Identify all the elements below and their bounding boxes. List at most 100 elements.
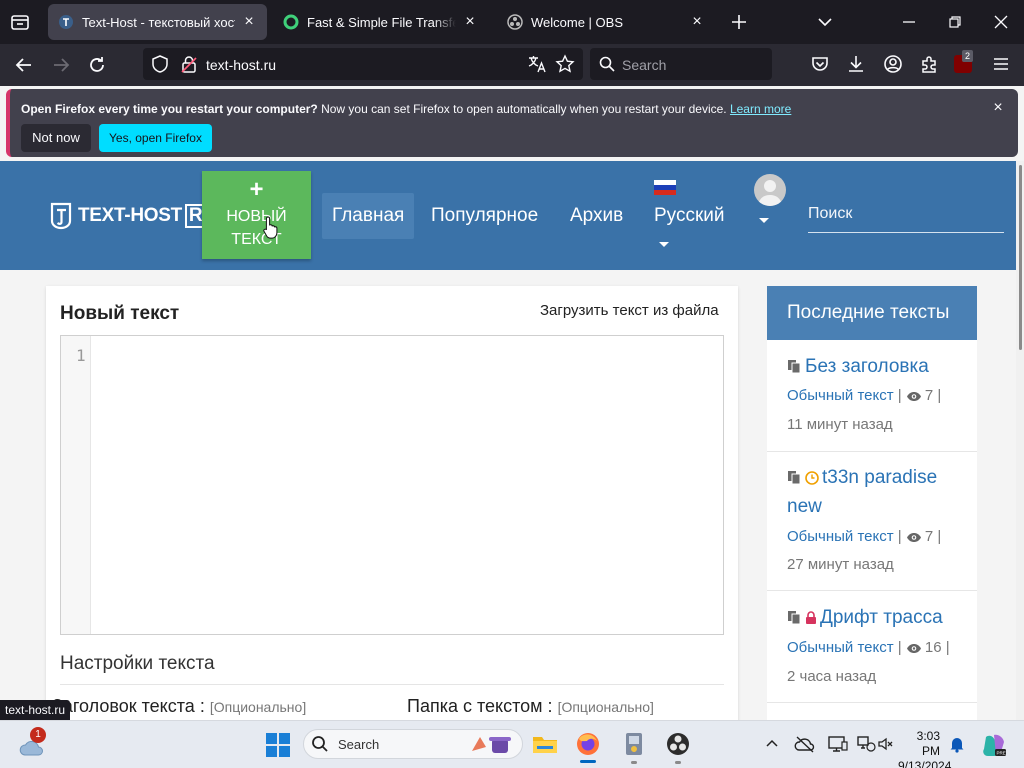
logo-text: TEXT-HOST bbox=[78, 205, 182, 226]
entry-divider bbox=[767, 590, 977, 591]
tab-list-icon[interactable] bbox=[8, 10, 32, 34]
recent-entry-title[interactable]: Без заголовка bbox=[787, 352, 962, 381]
site-logo[interactable]: TEXT-HOST RU bbox=[49, 201, 220, 231]
close-notification-icon[interactable]: × bbox=[990, 100, 1006, 116]
menu-icon[interactable] bbox=[990, 53, 1012, 75]
search-icon bbox=[599, 56, 615, 72]
extensions-icon[interactable] bbox=[918, 53, 940, 75]
entry-title-text[interactable]: Дрифт трасса bbox=[820, 607, 943, 628]
firefox-icon[interactable] bbox=[574, 730, 602, 758]
recent-entry-meta: Обычный текст | 16 | bbox=[787, 639, 950, 656]
recent-entry-time: 11 минут назад bbox=[787, 416, 893, 433]
logo-mark-icon bbox=[50, 202, 72, 230]
learn-more-link[interactable]: Learn more bbox=[730, 102, 791, 116]
recent-entry-title[interactable]: t33n paradise new bbox=[787, 463, 962, 521]
recent-entry-time: 2 часа назад bbox=[787, 668, 877, 685]
new-tab-icon[interactable] bbox=[729, 12, 749, 32]
yes-open-firefox-button[interactable]: Yes, open Firefox bbox=[99, 124, 212, 152]
folder-field-text: Папка с текстом : bbox=[407, 696, 553, 716]
minimize-icon[interactable] bbox=[899, 12, 919, 32]
tab-list-chevron-icon[interactable] bbox=[815, 12, 835, 32]
settings-divider bbox=[60, 684, 724, 685]
notification-message: Open Firefox every time you restart your… bbox=[21, 102, 791, 116]
display-icon[interactable] bbox=[827, 734, 849, 754]
forward-icon[interactable] bbox=[49, 53, 73, 77]
optional-hint: [Опционально] bbox=[209, 699, 307, 715]
entry-title-text[interactable]: Без заголовка bbox=[805, 356, 929, 377]
language-selector[interactable]: Русский bbox=[654, 205, 725, 227]
user-menu-caret-icon[interactable] bbox=[759, 218, 769, 223]
plus-icon: + bbox=[249, 176, 264, 203]
close-window-icon[interactable] bbox=[991, 12, 1011, 32]
entry-type-link[interactable]: Обычный текст bbox=[787, 528, 894, 545]
obs-running-indicator bbox=[675, 761, 681, 764]
volume-muted-icon[interactable] bbox=[877, 736, 893, 752]
notification-bell-icon[interactable] bbox=[948, 735, 966, 753]
text-editor[interactable] bbox=[60, 335, 724, 635]
url-text[interactable]: text-host.ru bbox=[206, 57, 276, 73]
tab-file-transfers[interactable]: Fast & Simple File Transfers - Fil × bbox=[273, 4, 488, 40]
search-bar[interactable] bbox=[590, 48, 772, 80]
tab-obs[interactable]: Welcome | OBS × bbox=[497, 4, 715, 40]
nav-archive[interactable]: Архив bbox=[560, 193, 633, 239]
system-clock[interactable]: 3:03 PM 9/13/2024 bbox=[898, 729, 951, 768]
entry-type-link[interactable]: Обычный текст bbox=[787, 387, 894, 404]
windows-start-icon[interactable] bbox=[264, 731, 292, 759]
upload-from-file-link[interactable]: Загрузить текст из файла bbox=[540, 302, 719, 319]
user-avatar[interactable] bbox=[754, 174, 786, 206]
weather-notification-badge: 1 bbox=[30, 727, 46, 743]
clock-icon bbox=[805, 471, 819, 485]
entry-type-link[interactable]: Обычный текст bbox=[787, 639, 894, 656]
avatar-silhouette-icon bbox=[758, 180, 782, 206]
translate-icon[interactable] bbox=[527, 54, 547, 74]
mouse-cursor-icon bbox=[263, 216, 278, 239]
eye-icon bbox=[906, 392, 921, 401]
tab-text-host[interactable]: Text-Host - текстовый хостинг × bbox=[48, 4, 267, 40]
shield-icon[interactable] bbox=[150, 54, 170, 74]
show-hidden-icons-chevron-icon[interactable] bbox=[764, 736, 780, 752]
text-host-favicon-icon bbox=[59, 15, 73, 29]
close-tab-icon[interactable]: × bbox=[689, 14, 705, 30]
restore-icon[interactable] bbox=[945, 12, 965, 32]
copilot-icon[interactable]: PRE bbox=[980, 731, 1008, 759]
taskbar-search-placeholder: Search bbox=[338, 737, 380, 752]
recent-entry-time: 27 минут назад bbox=[787, 556, 894, 573]
language-caret-icon[interactable] bbox=[659, 242, 669, 247]
nav-popular[interactable]: Популярное bbox=[421, 193, 548, 239]
recent-entry-meta: Обычный текст | 7 | bbox=[787, 528, 942, 545]
nav-home[interactable]: Главная bbox=[322, 193, 415, 239]
site-search[interactable] bbox=[808, 195, 1004, 233]
search-highlight-icon bbox=[472, 737, 511, 753]
pocket-icon[interactable] bbox=[809, 53, 831, 75]
new-text-button[interactable]: + НОВЫЙ ТЕКСТ bbox=[202, 171, 311, 259]
lock-warning-icon[interactable] bbox=[179, 54, 199, 74]
notification-bold: Open Firefox every time you restart your… bbox=[21, 102, 318, 116]
tab-title: Fast & Simple File Transfers - Fil bbox=[307, 14, 456, 30]
folder-field-label: Папка с текстом : [Опционально] bbox=[407, 696, 654, 717]
recent-texts-header: Последние тексты bbox=[767, 286, 977, 340]
file-explorer-icon[interactable] bbox=[531, 730, 559, 758]
close-tab-icon[interactable]: × bbox=[462, 14, 478, 30]
not-now-button[interactable]: Not now bbox=[21, 124, 91, 152]
downloads-icon[interactable] bbox=[845, 53, 867, 75]
site-search-input[interactable] bbox=[808, 195, 1004, 232]
close-tab-icon[interactable]: × bbox=[241, 14, 257, 30]
title-field-text: Заголовок текста : bbox=[52, 696, 205, 716]
extension-badge: 2 bbox=[962, 50, 974, 62]
reload-icon[interactable] bbox=[85, 53, 109, 77]
tab-title: Welcome | OBS bbox=[531, 14, 623, 30]
onedrive-icon[interactable] bbox=[794, 734, 816, 754]
page-scrollbar-thumb[interactable] bbox=[1019, 165, 1022, 350]
recent-entry-title[interactable]: Дрифт трасса bbox=[787, 603, 962, 632]
entry-divider bbox=[767, 702, 977, 703]
bookmark-star-icon[interactable] bbox=[555, 54, 575, 74]
settings-title: Настройки текста bbox=[60, 653, 215, 674]
back-icon[interactable] bbox=[12, 53, 36, 77]
optional-hint: [Опционально] bbox=[557, 699, 654, 715]
account-icon[interactable] bbox=[882, 53, 904, 75]
app-icon[interactable] bbox=[620, 730, 648, 758]
obs-icon[interactable] bbox=[664, 730, 692, 758]
network-icon[interactable] bbox=[855, 734, 877, 754]
taskbar-search-icon bbox=[312, 736, 328, 752]
entry-views: 7 bbox=[924, 387, 934, 404]
